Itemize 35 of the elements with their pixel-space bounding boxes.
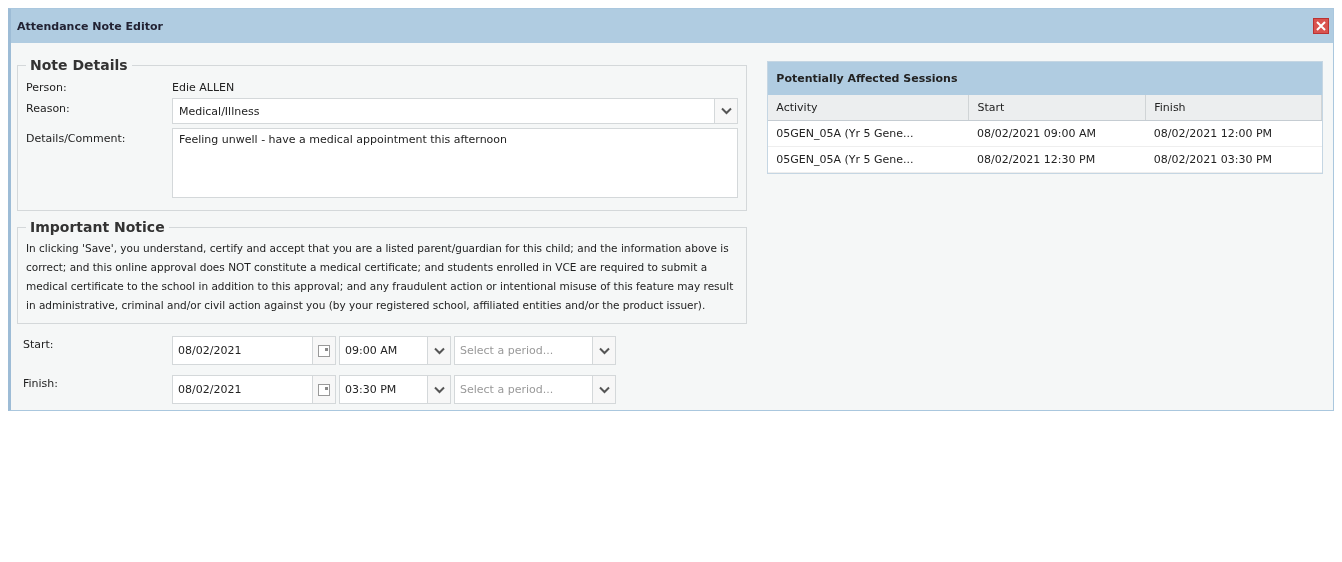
panel-title: Potentially Affected Sessions [768,62,1322,95]
chevron-down-icon [598,385,610,394]
group-legend: Note Details [26,57,132,73]
time-dropdown[interactable]: 09:00 AM [339,336,451,365]
table-cell: 08/02/2021 12:00 PM [1145,120,1322,147]
reason-dropdown[interactable]: Medical/Illness [172,98,739,124]
date-field[interactable]: 08/02/2021 [172,336,336,365]
table-cell: 08/02/2021 09:00 AM [968,120,1146,147]
field-value: Edie ALLEN [172,80,235,94]
table-cell: 05GEN_05A (Yr 5 Gene... [768,146,969,173]
column-header[interactable]: Activity [768,95,969,121]
field-label: Details/Comment: [26,131,127,145]
table-cell: 08/02/2021 12:30 PM [968,146,1146,173]
chevron-down-icon [433,385,445,394]
field-label: Reason: [26,101,71,115]
table-cell: 05GEN_05A (Yr 5 Gene... [768,120,969,147]
chevron-down-icon [720,107,732,115]
field-label: Person: [26,80,68,94]
column-header[interactable]: Finish [1145,95,1322,121]
close-icon [1316,21,1326,31]
field-label: Finish: [23,376,60,390]
table-cell: 08/02/2021 03:30 PM [1145,146,1322,173]
window-title: Attendance Note Editor [17,19,163,33]
calendar-icon [318,383,330,396]
column-header[interactable]: Start [968,95,1146,121]
calendar-icon [318,344,330,357]
time-dropdown[interactable]: 03:30 PM [339,375,451,404]
field-label: Start: [23,337,55,351]
notice-paragraph: In clicking 'Save', you understand, certify and accept that you are a listed parent/guardian for this child; and the information above is correct; and this online approval does NOT constitute a medical certificate; and students enrolled in VCE are required to submit a medical certificate to the school in addition to this approval; and any fraudulent action or intentional misuse of this feature may result in administrative, criminal and/or civil action against you (by your registered school, affiliated entities and/or the product issuer). [26,241,735,313]
close-button[interactable] [1313,18,1329,34]
group-legend: Important Notice [26,219,169,235]
date-field[interactable]: 08/02/2021 [172,375,336,404]
comment-field[interactable]: Feeling unwell - have a medical appointment this afternoon [172,128,739,198]
chevron-down-icon [433,346,445,355]
chevron-down-icon [598,346,610,355]
